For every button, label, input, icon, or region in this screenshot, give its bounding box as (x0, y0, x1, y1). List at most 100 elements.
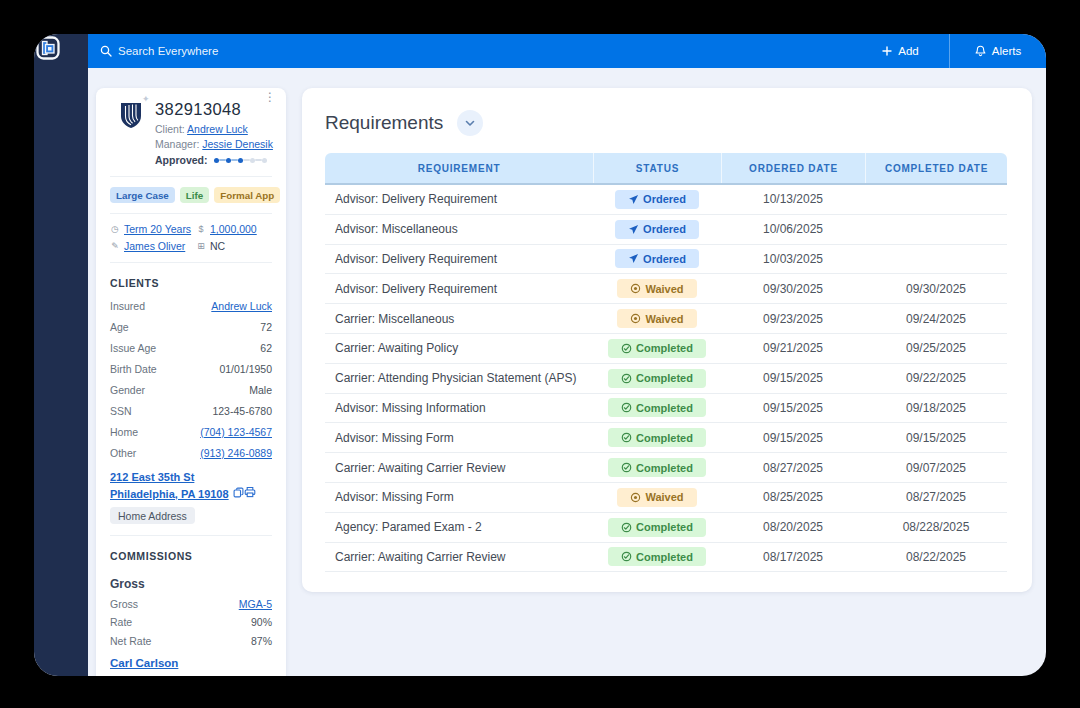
table-row: Carrier: Awaiting Carrier ReviewComplete… (325, 543, 1007, 573)
policy-term: ◷ Term 20 Years (110, 223, 196, 235)
field-row: Net Rate87% (110, 635, 272, 647)
status-badge: Ordered (615, 190, 699, 209)
sparkle-icon: ✦ (142, 94, 150, 104)
commissions-section: COMMISSIONS Gross GrossMGA-5Rate90%Net R… (110, 535, 272, 669)
manager-link[interactable]: Jessie Denesik (202, 138, 273, 150)
table-row: Carrier: Attending Physician Statement (… (325, 364, 1007, 394)
policy-state-value: NC (210, 240, 225, 252)
field-label: Net Rate (110, 635, 151, 647)
policy-amount: $1,000,000 (196, 223, 272, 235)
field-row: Age72 (110, 321, 272, 333)
field-row: GenderMale (110, 384, 272, 396)
completed-date-cell: 09/25/2025 (865, 341, 1007, 355)
field-value[interactable]: MGA-5 (239, 598, 272, 610)
column-header[interactable]: COMPLETED DATE (865, 153, 1007, 183)
field-label: Home (110, 426, 138, 438)
column-header[interactable]: REQUIREMENT (325, 153, 593, 183)
column-header[interactable]: ORDERED DATE (721, 153, 865, 183)
progress-dash (231, 159, 238, 161)
requirement-cell: Advisor: Delivery Requirement (325, 282, 593, 296)
requirements-table-body: Advisor: Delivery RequirementOrdered10/1… (325, 185, 1007, 572)
completed-date-cell: 09/18/2025 (865, 401, 1007, 415)
field-label: Birth Date (110, 363, 157, 375)
ordered-date-cell: 08/17/2025 (721, 550, 865, 564)
status-badge: Waived (617, 309, 696, 328)
column-header[interactable]: STATUS (593, 153, 721, 183)
side-nav (34, 34, 88, 676)
field-value: 62 (260, 342, 272, 354)
check-circle-icon (621, 522, 632, 533)
field-value: 123-45-6780 (212, 405, 272, 417)
alerts-button-label: Alerts (992, 45, 1021, 57)
target-icon (630, 492, 641, 503)
policy-amount-link[interactable]: 1,000,000 (210, 223, 257, 235)
commission-agent-link[interactable]: Carl Carlson (110, 657, 178, 669)
search-input[interactable]: Search Everywhere (88, 45, 852, 57)
status-badge-label: Ordered (643, 223, 686, 235)
requirement-cell: Advisor: Miscellaneous (325, 222, 593, 236)
check-circle-icon (621, 462, 632, 473)
commissions-heading: COMMISSIONS (110, 536, 272, 564)
requirement-cell: Carrier: Awaiting Policy (325, 341, 593, 355)
completed-date-cell: 09/30/2025 (865, 282, 1007, 296)
dollar-icon: $ (196, 224, 206, 234)
send-icon (628, 253, 639, 264)
completed-date-cell: 08/22/2025 (865, 550, 1007, 564)
field-label: Gender (110, 384, 145, 396)
check-circle-icon (621, 432, 632, 443)
policy-state: ⊞NC (196, 240, 272, 252)
policy-term-link[interactable]: Term 20 Years (124, 223, 191, 235)
requirements-collapse-button[interactable] (457, 110, 483, 136)
product-icon: ◷ (110, 224, 120, 234)
check-circle-icon (621, 551, 632, 562)
completed-date-cell: 09/07/2025 (865, 461, 1007, 475)
requirements-title: Requirements (325, 112, 443, 134)
address-link[interactable]: 212 East 35th StPhiladelphia, PA 19108 (110, 471, 229, 500)
status-badge-label: Completed (636, 402, 693, 414)
field-value[interactable]: Andrew Luck (211, 300, 272, 312)
address-type-tag: Home Address (110, 507, 195, 524)
status-badge-label: Waived (645, 283, 683, 295)
status-cell: Completed (593, 547, 721, 566)
case-tag: Large Case (110, 187, 175, 203)
field-value[interactable]: (913) 246-0889 (200, 447, 272, 459)
table-row: Advisor: Delivery RequirementOrdered10/1… (325, 185, 1007, 215)
requirement-cell: Carrier: Awaiting Carrier Review (325, 461, 593, 475)
field-row: Home (704) 123-4567 (110, 426, 272, 438)
status-badge: Completed (608, 369, 706, 388)
field-value[interactable]: (704) 123-4567 (200, 426, 272, 438)
table-row: Advisor: Missing FormCompleted09/15/2025… (325, 423, 1007, 453)
print-icon[interactable] (244, 486, 256, 498)
table-row: Advisor: MiscellaneousOrdered10/06/2025 (325, 215, 1007, 245)
case-tag: Life (180, 187, 209, 203)
status-badge: Waived (617, 279, 696, 298)
progress-dot (262, 158, 267, 163)
field-label: Issue Age (110, 342, 156, 354)
progress-dot (250, 158, 255, 163)
target-icon (630, 313, 641, 324)
ordered-date-cell: 09/30/2025 (721, 282, 865, 296)
app-logo-icon[interactable] (34, 34, 62, 62)
alerts-button[interactable]: Alerts (949, 34, 1046, 68)
requirement-cell: Advisor: Delivery Requirement (325, 252, 593, 266)
status-cell: Completed (593, 458, 721, 477)
status-cell: Completed (593, 369, 721, 388)
ordered-date-cell: 10/13/2025 (721, 192, 865, 206)
field-row: GrossMGA-5 (110, 598, 272, 610)
case-menu-button[interactable]: ⋮ (264, 92, 276, 102)
status-badge-label: Completed (636, 372, 693, 384)
send-icon (628, 224, 639, 235)
completed-date-cell: 09/15/2025 (865, 431, 1007, 445)
ordered-date-cell: 09/23/2025 (721, 312, 865, 326)
policy-agent: ✎James Oliver (110, 240, 196, 252)
policy-agent-link[interactable]: James Oliver (124, 240, 185, 252)
status-cell: Completed (593, 398, 721, 417)
case-tags: Large CaseLifeFormal App (110, 176, 272, 213)
requirement-cell: Advisor: Missing Form (325, 431, 593, 445)
copy-icon[interactable] (233, 487, 244, 498)
table-row: Advisor: Delivery Requirement Waived 09/30… (325, 274, 1007, 304)
add-button[interactable]: Add (852, 34, 949, 68)
target-icon (630, 283, 641, 294)
client-link[interactable]: Andrew Luck (187, 123, 248, 135)
status-cell: Ordered (593, 249, 721, 268)
